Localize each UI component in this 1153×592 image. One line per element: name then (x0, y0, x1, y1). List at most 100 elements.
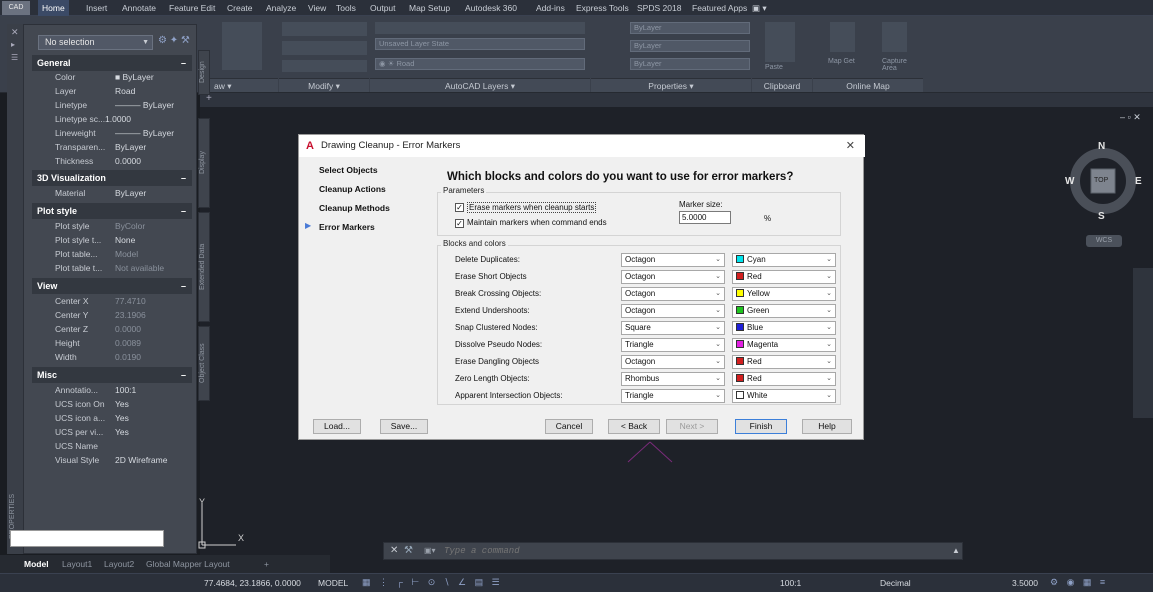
category-3d-visualization[interactable]: 3D Visualization – (32, 170, 192, 186)
color-dropdown[interactable]: Red ⌄ (732, 372, 836, 386)
model-space-toggle[interactable]: MODEL (318, 578, 348, 588)
tab-annotate[interactable]: Annotate (118, 0, 160, 16)
tab-add-ins[interactable]: Add-ins (532, 0, 569, 16)
nav-cleanup-methods[interactable]: Cleanup Methods (319, 203, 390, 213)
tab-spds-2018[interactable]: SPDS 2018 (633, 0, 685, 16)
tab-object-class[interactable]: Object Class (198, 326, 210, 401)
application-menu-button[interactable]: CAD (2, 1, 30, 15)
ribbon-options-icon[interactable]: ▣ ▾ (748, 0, 771, 16)
compass-north[interactable]: N (1098, 141, 1105, 152)
modify-tools-row1-icon[interactable] (282, 22, 367, 36)
category-general[interactable]: General – (32, 55, 192, 71)
tab-create[interactable]: Create (223, 0, 257, 16)
back-button[interactable]: < Back (608, 419, 660, 434)
tab-extended-data[interactable]: Extended Data (198, 212, 210, 322)
erase-markers-label[interactable]: Erase markers when cleanup starts (467, 202, 597, 213)
quick-select-icon[interactable]: ⚙ ✦ ⚒ (158, 35, 190, 46)
prop-row[interactable]: Material ByLayer (32, 187, 192, 200)
prop-row[interactable]: Linetype sc... 1.0000 (32, 113, 192, 126)
paste-icon[interactable] (765, 22, 795, 62)
wcs-menu[interactable]: WCS (1086, 235, 1122, 247)
chevron-up-icon[interactable]: ▲ (952, 546, 960, 555)
tab-output[interactable]: Output (366, 0, 400, 16)
prop-row[interactable]: UCS icon On Yes (32, 398, 192, 411)
tab-map-setup[interactable]: Map Setup (405, 0, 454, 16)
prop-row[interactable]: UCS per vi... Yes (32, 426, 192, 439)
tab-feature-edit[interactable]: Feature Edit (165, 0, 219, 16)
block-dropdown[interactable]: Square ⌄ (621, 321, 725, 335)
properties-panel-title[interactable]: Properties ▾ (591, 78, 751, 92)
capture-area-icon[interactable] (882, 22, 907, 52)
close-icon[interactable]: ✕ (390, 545, 398, 556)
tab-layout1[interactable]: Layout1 (58, 557, 96, 571)
draw-tools-icon[interactable] (222, 22, 262, 70)
tab-home[interactable]: Home (38, 0, 69, 16)
prop-row[interactable]: UCS Name (32, 440, 192, 453)
maintain-markers-label[interactable]: Maintain markers when command ends (467, 218, 607, 227)
lineweight-dropdown[interactable]: ByLayer (630, 58, 750, 70)
prop-row[interactable]: Linetype ——— ByLayer (32, 99, 192, 112)
category-misc[interactable]: Misc – (32, 367, 192, 383)
tab-model[interactable]: Model (20, 557, 53, 571)
map-get-icon[interactable] (830, 22, 855, 52)
tab-featured-apps[interactable]: Featured Apps (688, 0, 751, 16)
tab-display[interactable]: Display (198, 118, 210, 208)
nav-cleanup-actions[interactable]: Cleanup Actions (319, 184, 386, 194)
drafting-aids-icon[interactable]: ▦ ⋮ ┌ ⊢ ⊙ ∖ ∠ ▤ ☰ (362, 577, 503, 588)
block-dropdown[interactable]: Octagon ⌄ (621, 304, 725, 318)
block-dropdown[interactable]: Octagon ⌄ (621, 355, 725, 369)
palette-input-field[interactable] (10, 530, 164, 547)
color-dropdown[interactable]: Magenta ⌄ (732, 338, 836, 352)
prop-row[interactable]: Plot style ByColor (32, 220, 192, 233)
color-dropdown[interactable]: Blue ⌄ (732, 321, 836, 335)
color-dropdown[interactable]: Green ⌄ (732, 304, 836, 318)
units-dropdown[interactable]: Decimal (880, 578, 911, 588)
prop-row[interactable]: Transparen... ByLayer (32, 141, 192, 154)
palette-properties-icon[interactable]: ☰ (11, 53, 18, 62)
tab-view[interactable]: View (304, 0, 330, 16)
navigation-bar[interactable] (1133, 268, 1153, 418)
prop-row[interactable]: Thickness 0.0000 (32, 155, 192, 168)
prop-row[interactable]: Color ■ ByLayer (32, 71, 192, 84)
palette-title-bar[interactable]: ✕ ▸ ☰ PROPERTIES (7, 24, 24, 554)
color-dropdown[interactable]: ByLayer (630, 22, 750, 34)
next-button[interactable]: Next > (666, 419, 718, 434)
prop-row[interactable]: Lineweight ——— ByLayer (32, 127, 192, 140)
clipboard-panel-title[interactable]: Clipboard (752, 78, 812, 92)
viewcube[interactable]: N S W E TOP (1065, 136, 1142, 226)
tab-insert[interactable]: Insert (82, 0, 111, 16)
layers-panel-title[interactable]: AutoCAD Layers ▾ (370, 78, 590, 92)
load-button[interactable]: Load... (313, 419, 361, 434)
color-dropdown[interactable]: White ⌄ (732, 389, 836, 403)
nav-error-markers[interactable]: Error Markers (319, 222, 375, 232)
prop-row[interactable]: Plot style t... None (32, 234, 192, 247)
coordinates-readout[interactable]: 77.4684, 23.1866, 0.0000 (204, 578, 301, 588)
linetype-dropdown[interactable]: ByLayer (630, 40, 750, 52)
current-layer-dropdown[interactable]: ◉ ☀ Road (375, 58, 585, 70)
nav-select-objects[interactable]: Select Objects (319, 165, 378, 175)
layer-tools-icon[interactable] (375, 22, 585, 34)
tab-global-mapper-layout[interactable]: Global Mapper Layout (142, 557, 234, 571)
prop-row[interactable]: Height 0.0089 (32, 337, 192, 350)
tab-tools[interactable]: Tools (332, 0, 360, 16)
prop-row[interactable]: Center Y 23.1906 (32, 309, 192, 322)
selection-dropdown[interactable]: No selection ▼ (38, 35, 153, 50)
block-dropdown[interactable]: Triangle ⌄ (621, 338, 725, 352)
command-input[interactable] (444, 544, 944, 558)
prop-row[interactable]: Plot table t... Not available (32, 262, 192, 275)
compass-west[interactable]: W (1065, 176, 1074, 187)
finish-button[interactable]: Finish (735, 419, 787, 434)
prop-row[interactable]: Layer Road (32, 85, 192, 98)
prop-row[interactable]: Center X 77.4710 (32, 295, 192, 308)
autohide-icon[interactable]: ▸ (11, 40, 15, 49)
tab-autodesk-360[interactable]: Autodesk 360 (461, 0, 521, 16)
prop-row[interactable]: Width 0.0190 (32, 351, 192, 364)
help-button[interactable]: Help (802, 419, 852, 434)
wrench-icon[interactable]: ⚒ (404, 545, 413, 556)
block-dropdown[interactable]: Triangle ⌄ (621, 389, 725, 403)
block-dropdown[interactable]: Octagon ⌄ (621, 270, 725, 284)
tab-express-tools[interactable]: Express Tools (572, 0, 633, 16)
customization-icon[interactable]: ⚙ ◉ ▦ ≡ (1050, 577, 1108, 588)
color-dropdown[interactable]: Red ⌄ (732, 355, 836, 369)
status-value[interactable]: 3.5000 (1012, 578, 1038, 588)
